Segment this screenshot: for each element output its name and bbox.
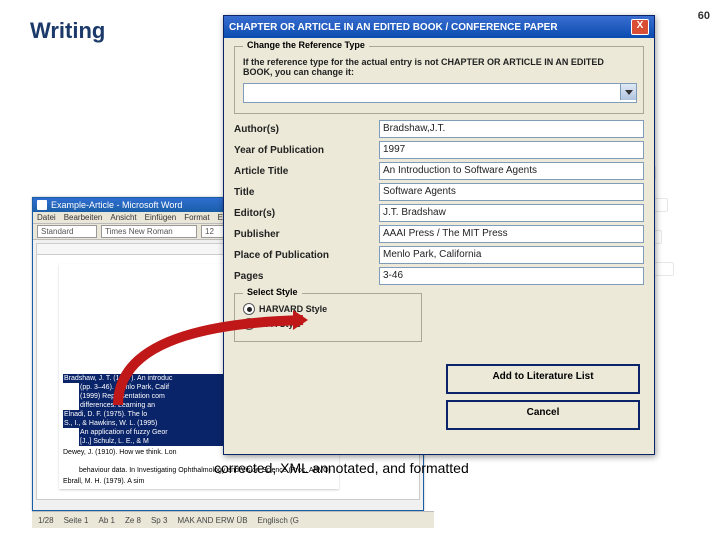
selected-text: [J.,] Schulz, L. E., & M (79, 437, 225, 446)
selected-text: Bradshaw, J. T. (1997). An introduc (63, 374, 225, 383)
selected-text: (pp. 3–46). Menlo Park, Calif (79, 383, 225, 392)
harvard-radio[interactable]: HARVARD Style (243, 303, 413, 315)
label-place: Place of Publication (234, 250, 379, 261)
place-input[interactable]: Menlo Park, California (379, 246, 644, 264)
word-title-text: Example-Article - Microsoft Word (51, 200, 182, 210)
label-editors: Editor(s) (234, 208, 379, 219)
close-icon[interactable]: X (631, 19, 649, 35)
status-item: Sp 3 (151, 516, 167, 525)
selected-text: differences. Learning an (79, 401, 225, 410)
title-input[interactable]: Software Agents (379, 183, 644, 201)
radio-icon (243, 303, 255, 315)
page-heading: Writing (30, 18, 105, 44)
radio-label: APA Style (259, 319, 301, 329)
label-article-title: Article Title (234, 166, 379, 177)
radio-label: HARVARD Style (259, 304, 327, 314)
group-title: Select Style (243, 287, 302, 297)
fields-area: Author(s)Bradshaw,J.T. Year of Publicati… (234, 120, 644, 285)
label-publisher: Publisher (234, 229, 379, 240)
menu-item[interactable]: Ansicht (110, 213, 136, 222)
editors-input[interactable]: J.T. Bradshaw (379, 204, 644, 222)
add-to-list-button[interactable]: Add to Literature List (446, 364, 640, 394)
status-item: MAK AND ERW ÜB (177, 516, 247, 525)
status-item: Englisch (G (258, 516, 299, 525)
menu-item[interactable]: Format (184, 213, 209, 222)
word-icon (37, 200, 47, 210)
dialog-titlebar: CHAPTER OR ARTICLE IN AN EDITED BOOK / C… (224, 16, 654, 38)
slide-number: 60 (698, 10, 710, 22)
label-pages: Pages (234, 271, 379, 282)
reference-text: Dewey, J. (1910). How we think. Lon (63, 448, 176, 457)
selected-text: S., I., & Hawkins, W. L. (1995) (63, 419, 225, 428)
cancel-button[interactable]: Cancel (446, 400, 640, 430)
selected-text: An application of fuzzy Geor (79, 428, 225, 437)
font-selector[interactable]: Times New Roman (101, 225, 197, 238)
status-item: Ze 8 (125, 516, 141, 525)
reference-dialog: CHAPTER OR ARTICLE IN AN EDITED BOOK / C… (223, 15, 655, 455)
menu-item[interactable]: Datei (37, 213, 56, 222)
label-authors: Author(s) (234, 124, 379, 135)
label-year: Year of Publication (234, 145, 379, 156)
group-note: If the reference type for the actual ent… (243, 57, 635, 77)
word-statusbar: 1/28 Seite 1 Ab 1 Ze 8 Sp 3 MAK AND ERW … (32, 511, 434, 528)
slide-caption: corrected, XML annotated, and formatted (214, 460, 469, 476)
style-selector[interactable]: Standard (37, 225, 97, 238)
apa-radio[interactable]: APA Style (243, 318, 413, 330)
reference-text: Ebrall, M. H. (1979). A sim (63, 477, 144, 486)
select-style-group: Select Style HARVARD Style APA Style (234, 293, 422, 342)
label-title: Title (234, 187, 379, 198)
publisher-input[interactable]: AAAI Press / The MIT Press (379, 225, 644, 243)
change-type-group: Change the Reference Type If the referen… (234, 46, 644, 114)
dialog-title-text: CHAPTER OR ARTICLE IN AN EDITED BOOK / C… (229, 22, 558, 33)
status-item: Seite 1 (64, 516, 89, 525)
year-input[interactable]: 1997 (379, 141, 644, 159)
menu-item[interactable]: Einfügen (145, 213, 177, 222)
authors-input[interactable]: Bradshaw,J.T. (379, 120, 644, 138)
radio-icon (243, 318, 255, 330)
selected-text: (1999) Representation com (79, 392, 225, 401)
selected-text: Elnadi, D. F. (1975). The lo (63, 410, 225, 419)
group-title: Change the Reference Type (243, 40, 369, 50)
pages-input[interactable]: 3-46 (379, 267, 644, 285)
reference-type-combo[interactable] (243, 83, 637, 103)
article-title-input[interactable]: An Introduction to Software Agents (379, 162, 644, 180)
button-column: Add to Literature List Cancel (446, 358, 636, 436)
status-item: Ab 1 (98, 516, 114, 525)
chevron-down-icon[interactable] (620, 84, 636, 100)
menu-item[interactable]: Bearbeiten (64, 213, 103, 222)
status-item: 1/28 (38, 516, 54, 525)
